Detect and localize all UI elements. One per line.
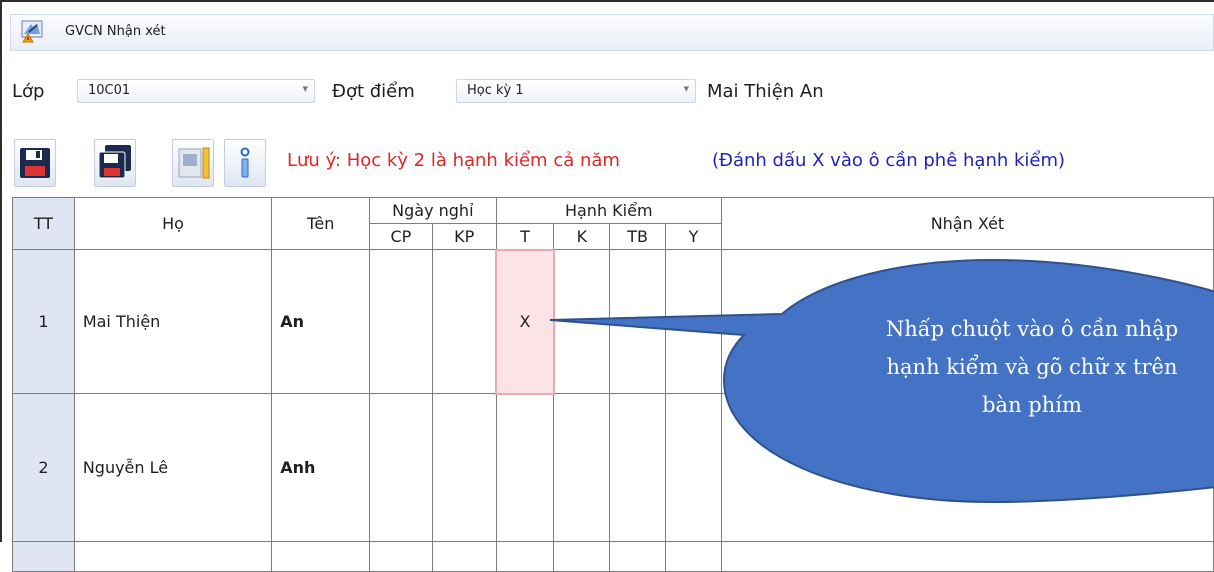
table-row [12,541,1214,572]
callout-bubble [549,258,1214,504]
callout-text: Nhấp chuột vào ô cần nhập hạnh kiểm và g… [842,310,1214,424]
cell-conduct-k[interactable] [553,541,611,572]
callout-line: hạnh kiểm và gõ chữ x trên [886,355,1178,379]
callout-line: Nhấp chuột vào ô cần nhập [885,317,1179,341]
cell-kp[interactable] [431,541,497,572]
cell-nhan-xet[interactable] [720,541,1214,572]
cell-conduct-y[interactable] [665,541,722,572]
cell-ho[interactable] [73,541,273,572]
cell-conduct-tb[interactable] [609,541,667,572]
cell-cp[interactable] [369,541,433,572]
callout-line: bàn phím [982,393,1082,417]
app-window: GVCN Nhận xét Lớp 10C01 ▾ Đợt điểm Học k… [0,0,1214,572]
cell-ten[interactable] [271,541,371,572]
row-number [12,541,75,572]
cell-conduct-t[interactable] [495,541,555,572]
